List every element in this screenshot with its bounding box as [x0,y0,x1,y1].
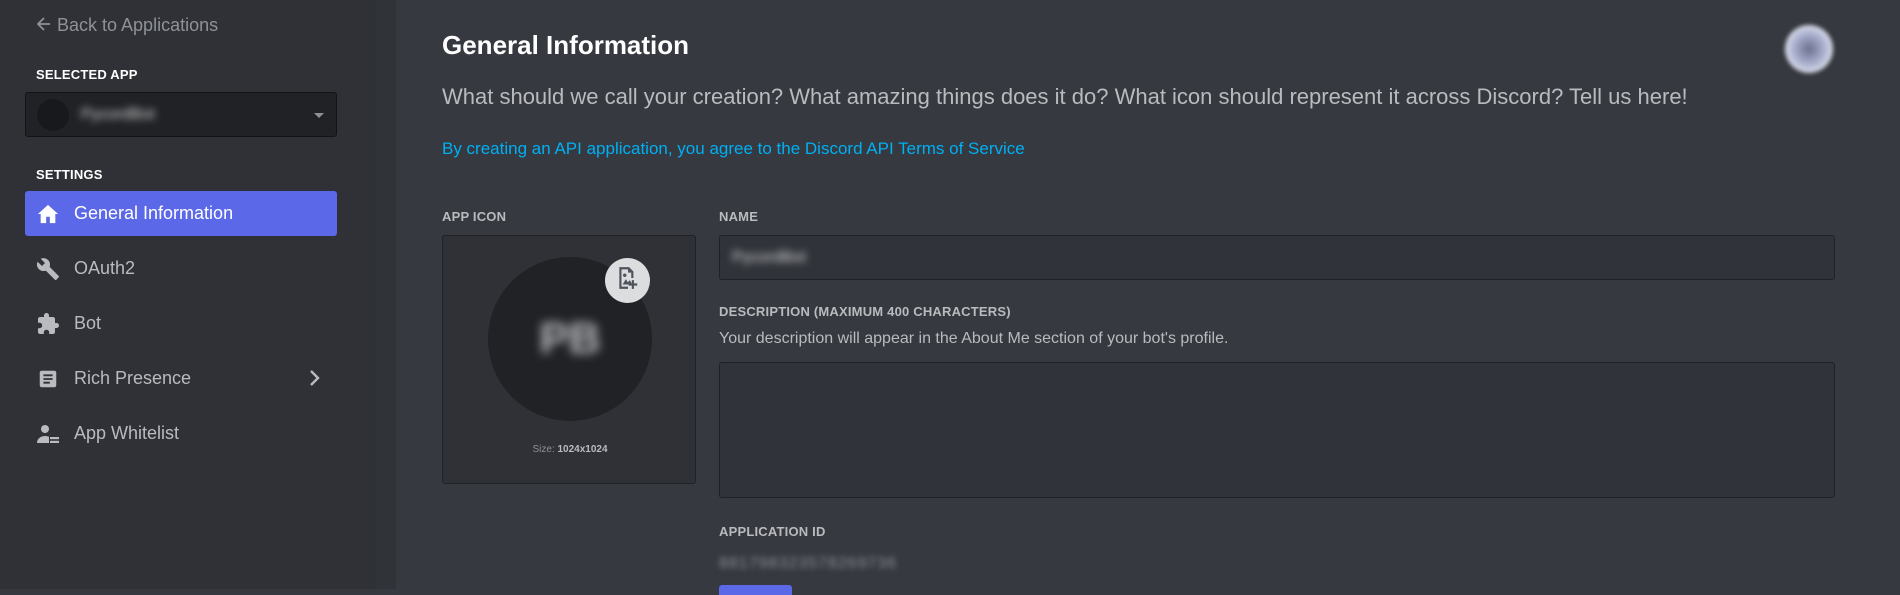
add-image-icon [615,265,641,296]
user-avatar[interactable] [1785,25,1833,73]
copy-button[interactable] [719,585,792,595]
sidebar-item-bot[interactable]: Bot [25,301,337,346]
name-label: NAME [719,209,759,224]
settings-heading: SETTINGS [36,167,103,182]
description-textarea[interactable] [719,362,1835,498]
name-input-value: PycordBot [732,248,806,266]
description-label: DESCRIPTION (MAXIMUM 400 CHARACTERS) [719,304,1011,319]
arrow-left-icon [36,15,51,36]
sidebar-item-app-whitelist[interactable]: App Whitelist [25,411,337,456]
sidebar-item-rich-presence[interactable]: Rich Presence [25,356,337,401]
sidebar: Back to Applications SELECTED APP Pycord… [0,0,376,589]
size-prefix: Size: [532,444,555,455]
page-title: General Information [442,30,690,60]
user-list-icon [35,421,61,447]
application-id-label: APPLICATION ID [719,524,826,539]
app-avatar [37,98,69,131]
sidebar-item-label: General Information [74,203,234,223]
add-image-button[interactable] [605,258,650,303]
application-id-value: 881798323578269736 [719,555,898,572]
selected-app-name: PycordBot [81,105,155,123]
description-hint: Your description will appear in the Abou… [719,330,1229,347]
sidebar-item-label: Rich Presence [74,368,192,388]
terms-of-service-link[interactable]: By creating an API application, you agre… [442,139,1025,159]
back-link-label: Back to Applications [57,15,219,35]
app-icon-initials: PB [539,314,601,363]
app-icon-label: APP ICON [442,209,507,224]
page-subtitle: What should we call your creation? What … [442,84,1688,109]
back-to-applications-link[interactable]: Back to Applications [36,15,219,36]
icon-size-caption: Size: 1024x1024 [443,444,697,455]
sidebar-item-oauth2[interactable]: OAuth2 [25,246,337,291]
sidebar-divider [376,0,396,589]
name-input[interactable]: PycordBot [719,235,1835,280]
chevron-right-icon [307,369,321,392]
sidebar-item-label: Bot [74,313,102,333]
sidebar-item-label: OAuth2 [74,258,136,278]
size-value: 1024x1024 [557,444,608,455]
main-content: General Information What should we call … [396,0,1900,595]
wrench-icon [35,256,61,282]
sidebar-item-label: App Whitelist [74,423,180,443]
caret-down-icon [314,113,324,118]
document-icon [35,366,61,392]
home-icon [35,201,61,227]
app-selector-dropdown[interactable]: PycordBot [25,92,337,137]
app-icon-box: PB Size: 1024x1024 [442,235,696,484]
sidebar-item-general-information[interactable]: General Information [25,191,337,236]
puzzle-icon [35,311,61,337]
selected-app-heading: SELECTED APP [36,67,138,82]
